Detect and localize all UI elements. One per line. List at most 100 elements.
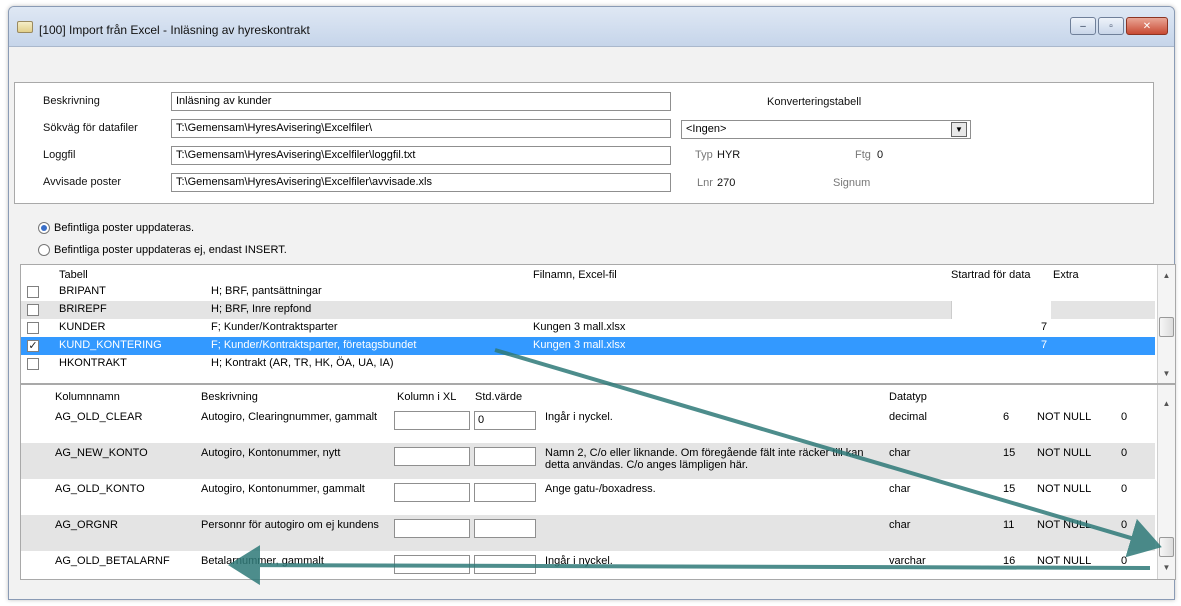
std-varde-input[interactable] bbox=[474, 483, 536, 502]
table-row-selected[interactable]: ✓ KUND_KONTERING F; Kunder/Kontraktspart… bbox=[21, 337, 1155, 355]
scroll-thumb[interactable] bbox=[1159, 537, 1174, 557]
title-bar[interactable]: [100] Import från Excel - Inläsning av h… bbox=[9, 7, 1174, 47]
scroll-thumb[interactable] bbox=[1159, 317, 1174, 337]
table-file[interactable]: Kungen 3 mall.xlsx bbox=[533, 321, 625, 333]
column-desc: Autogiro, Kontonummer, nytt bbox=[201, 447, 341, 459]
tables-grid: Tabell Filnamn, Excel-fil Startrad för d… bbox=[20, 264, 1176, 384]
loggfil-field[interactable]: T:\Gemensam\HyresAvisering\Excelfiler\lo… bbox=[171, 146, 671, 165]
column-desc: Autogiro, Clearingnummer, gammalt bbox=[201, 411, 378, 423]
table-row[interactable]: HKONTRAKT H; Kontrakt (AR, TR, HK, ÖA, U… bbox=[21, 355, 1155, 373]
row-checkbox[interactable] bbox=[27, 322, 39, 334]
column-length: 6 bbox=[1003, 411, 1010, 423]
table-desc: H; BRF, Inre repfond bbox=[211, 303, 312, 315]
column-row[interactable]: AG_OLD_CLEAR Autogiro, Clearingnummer, g… bbox=[21, 407, 1155, 443]
row-checkbox[interactable] bbox=[27, 358, 39, 370]
column-name: AG_OLD_BETALARNF bbox=[55, 555, 170, 567]
column-row[interactable]: AG_OLD_KONTO Autogiro, Kontonummer, gamm… bbox=[21, 479, 1155, 515]
column-extra: 0 bbox=[1121, 519, 1128, 531]
std-varde-input[interactable] bbox=[474, 447, 536, 466]
column-row[interactable]: AG_NEW_KONTO Autogiro, Kontonummer, nytt… bbox=[21, 443, 1155, 479]
chevron-up-icon[interactable]: ▲ bbox=[1158, 267, 1175, 283]
column-info: Namn 2, C/o eller liknande. Om föregåend… bbox=[545, 447, 864, 471]
konvertering-select[interactable]: <Ingen> bbox=[681, 120, 971, 139]
column-row[interactable]: AG_OLD_BETALARNF Betalarnummer, gammalt … bbox=[21, 551, 1155, 579]
column-type: varchar bbox=[889, 555, 926, 567]
column-info: Ingår i nyckel. bbox=[545, 411, 613, 423]
column-info: Ange gatu-/boxadress. bbox=[545, 483, 656, 495]
kolumn-ixl-input[interactable] bbox=[394, 519, 470, 538]
window-title: [100] Import från Excel - Inläsning av h… bbox=[39, 23, 310, 37]
column-length: 15 bbox=[1003, 447, 1016, 459]
std-varde-input[interactable] bbox=[474, 519, 536, 538]
minimize-button[interactable]: – bbox=[1070, 17, 1096, 35]
kolumn-ixl-input[interactable] bbox=[394, 483, 470, 502]
radio-insert-only[interactable] bbox=[38, 244, 50, 256]
loggfil-label: Loggfil bbox=[43, 149, 76, 161]
column-null: NOT NULL bbox=[1037, 447, 1092, 459]
table-startrad[interactable]: 7 bbox=[1041, 339, 1047, 351]
beskrivning-header: Beskrivning bbox=[201, 391, 258, 403]
column-extra: 0 bbox=[1121, 447, 1128, 459]
kolumn-ixl-input[interactable] bbox=[394, 555, 470, 574]
kolumnnamn-header: Kolumnnamn bbox=[55, 391, 120, 403]
tabell-header: Tabell bbox=[59, 269, 88, 281]
radio-update[interactable] bbox=[38, 222, 50, 234]
window-controls: – ▫ ✕ bbox=[1070, 17, 1168, 35]
table-row[interactable]: BRIREPF H; BRF, Inre repfond bbox=[21, 301, 1155, 319]
table-name: HKONTRAKT bbox=[59, 357, 127, 369]
table-name: BRIREPF bbox=[59, 303, 107, 315]
std-varde-input[interactable] bbox=[474, 555, 536, 574]
table-name: KUNDER bbox=[59, 321, 106, 333]
column-null: NOT NULL bbox=[1037, 411, 1092, 423]
table-file[interactable]: Kungen 3 mall.xlsx bbox=[533, 339, 625, 351]
typ-label: Typ bbox=[695, 149, 713, 161]
row-checkbox[interactable]: ✓ bbox=[27, 340, 39, 352]
table-desc: H; BRF, pantsättningar bbox=[211, 285, 322, 297]
column-name: AG_OLD_CLEAR bbox=[55, 411, 143, 423]
table-desc: H; Kontrakt (AR, TR, HK, ÖA, UA, IA) bbox=[211, 357, 394, 369]
chevron-up-icon[interactable]: ▲ bbox=[1158, 395, 1175, 411]
chevron-down-icon[interactable]: ▼ bbox=[951, 122, 967, 137]
sokvag-label: Sökväg för datafiler bbox=[43, 122, 138, 134]
ftg-label: Ftg bbox=[855, 149, 871, 161]
column-row[interactable]: AG_ORGNR Personnr för autogiro om ej kun… bbox=[21, 515, 1155, 551]
column-length: 15 bbox=[1003, 483, 1016, 495]
chevron-down-icon[interactable]: ▼ bbox=[1158, 559, 1175, 575]
header-panel: Beskrivning Inläsning av kunder Sökväg f… bbox=[14, 82, 1154, 204]
column-info: Ingår i nyckel. bbox=[545, 555, 613, 567]
column-desc: Autogiro, Kontonummer, gammalt bbox=[201, 483, 365, 495]
table-row[interactable]: BRIPANT H; BRF, pantsättningar bbox=[21, 283, 1155, 301]
beskrivning-field[interactable]: Inläsning av kunder bbox=[171, 92, 671, 111]
table-desc: F; Kunder/Kontraktsparter, företagsbunde… bbox=[211, 339, 417, 351]
tables-scrollbar[interactable]: ▲ ▼ bbox=[1157, 265, 1175, 383]
avvisade-field[interactable]: T:\Gemensam\HyresAvisering\Excelfiler\av… bbox=[171, 173, 671, 192]
std-varde-input[interactable]: 0 bbox=[474, 411, 536, 430]
column-null: NOT NULL bbox=[1037, 483, 1092, 495]
row-checkbox[interactable] bbox=[27, 304, 39, 316]
kolumn-ixl-input[interactable] bbox=[394, 411, 470, 430]
column-extra: 0 bbox=[1121, 483, 1128, 495]
column-extra: 0 bbox=[1121, 555, 1128, 567]
columns-scrollbar[interactable]: ▲ ▼ bbox=[1157, 385, 1175, 579]
table-name: KUND_KONTERING bbox=[59, 339, 162, 351]
startrad-cell[interactable] bbox=[951, 301, 1051, 319]
column-name: AG_OLD_KONTO bbox=[55, 483, 145, 495]
table-startrad[interactable]: 7 bbox=[1041, 321, 1047, 333]
column-length: 16 bbox=[1003, 555, 1016, 567]
chevron-down-icon[interactable]: ▼ bbox=[1158, 365, 1175, 381]
column-type: char bbox=[889, 447, 911, 459]
typ-value: HYR bbox=[717, 149, 741, 161]
kolumn-ixl-input[interactable] bbox=[394, 447, 470, 466]
column-name: AG_NEW_KONTO bbox=[55, 447, 148, 459]
table-row[interactable]: KUNDER F; Kunder/Kontraktsparter Kungen … bbox=[21, 319, 1155, 337]
close-button[interactable]: ✕ bbox=[1126, 17, 1168, 35]
radio-update-row[interactable]: Befintliga poster uppdateras. bbox=[38, 222, 194, 234]
radio-insert-row[interactable]: Befintliga poster uppdateras ej, endast … bbox=[38, 244, 287, 256]
ftg-value: 0 bbox=[877, 149, 884, 161]
sokvag-field[interactable]: T:\Gemensam\HyresAvisering\Excelfiler\ bbox=[171, 119, 671, 138]
row-checkbox[interactable] bbox=[27, 286, 39, 298]
column-length: 11 bbox=[1003, 519, 1015, 531]
column-desc: Betalarnummer, gammalt bbox=[201, 555, 324, 567]
maximize-button[interactable]: ▫ bbox=[1098, 17, 1124, 35]
column-type: char bbox=[889, 519, 911, 531]
